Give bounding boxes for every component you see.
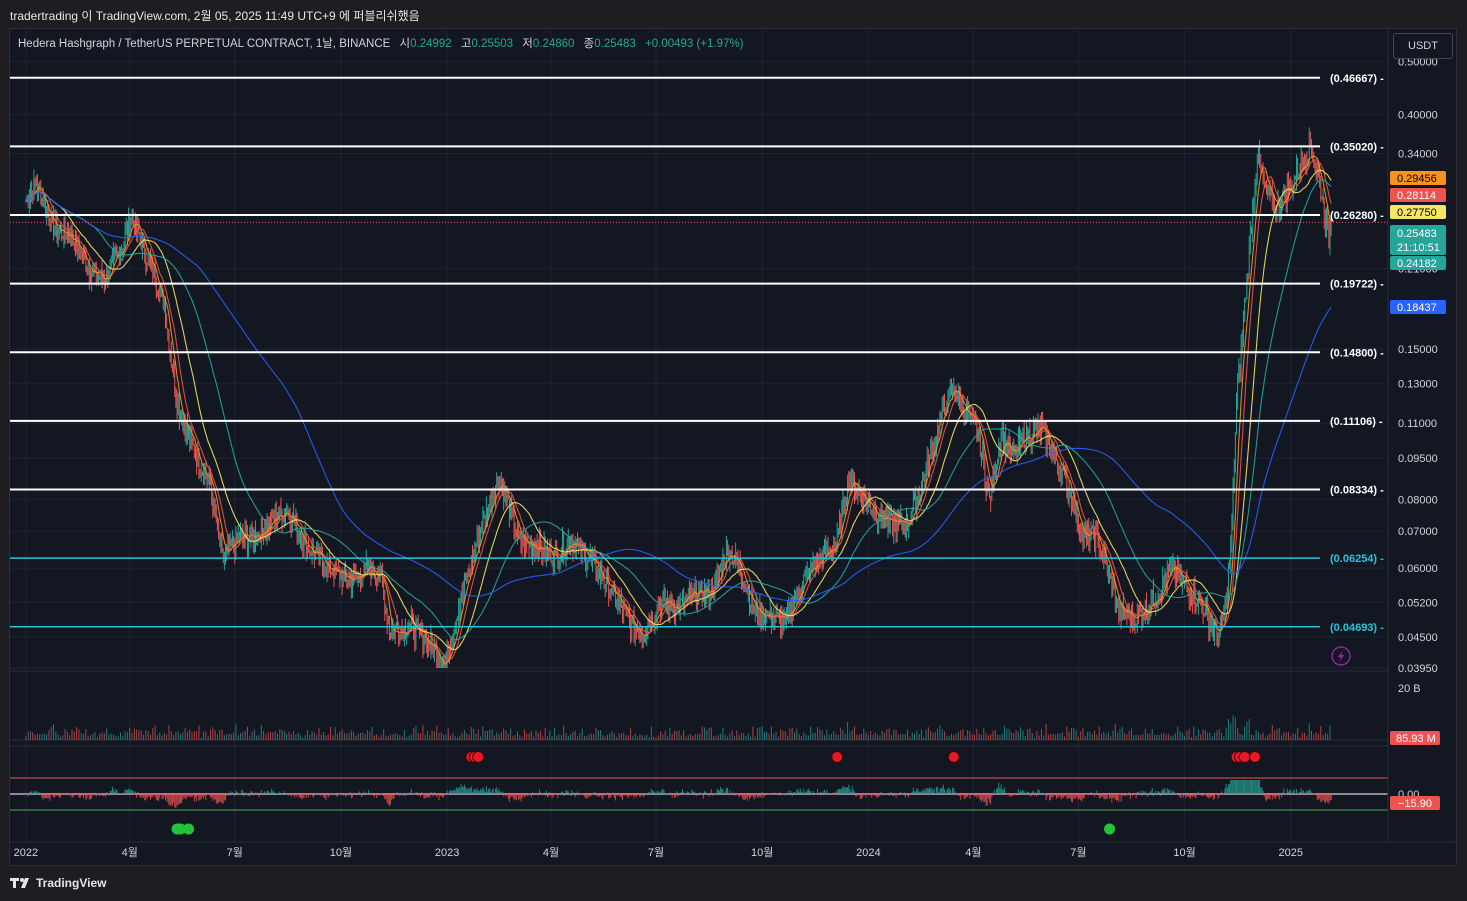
level-label: (0.11106) - (1330, 416, 1383, 428)
time-tick-label: 7월 (648, 846, 664, 859)
level-label: (0.06254) - (1330, 553, 1384, 565)
red-signal-dot (1248, 751, 1261, 763)
high-value: 0.25503 (471, 38, 514, 50)
high-label: 고 (460, 38, 472, 50)
time-tick-label: 10월 (1173, 846, 1195, 859)
red-signal-dot (472, 751, 485, 763)
time-tick-label: 4월 (965, 846, 981, 859)
price-tick-label: 0.03950 (1398, 663, 1438, 675)
price-tick-label: 0.09500 (1398, 453, 1438, 465)
tradingview-brand: TradingView (36, 876, 107, 890)
price-tick-label: 0.06000 (1398, 563, 1438, 575)
volume-value-text: 85.93 M (1396, 733, 1436, 745)
ma-line-3 (25, 179, 1332, 641)
volume-axis-label: 20 B (1398, 683, 1421, 695)
price-tick-label: 0.08000 (1398, 494, 1438, 506)
ma-line-0 (25, 155, 1332, 666)
time-tick-label: 7월 (1070, 846, 1086, 859)
ma-line-2 (25, 169, 1332, 651)
volume-pane: 20 B 85.93 M (10, 683, 1440, 745)
footer (0, 868, 1467, 901)
symbol-title[interactable]: Hedera Hashgraph / TetherUS PERPETUAL CO… (18, 38, 390, 50)
time-tick-label: 2022 (14, 847, 38, 859)
close-label: 종 (583, 38, 595, 50)
series-value-text: 0.27750 (1397, 207, 1437, 219)
moving-averages (25, 155, 1332, 666)
levels: (0.46667) - (0.35020) - (0.26280) - (0.1972… (10, 73, 1384, 634)
oscillator-pane: 0.00−15.90 (10, 777, 1440, 811)
price-tick-label: 0.04500 (1398, 632, 1438, 644)
red-signal-dot (1238, 751, 1251, 763)
level-label: (0.04693) - (1330, 622, 1384, 634)
candles (25, 127, 1332, 668)
price-tick-label: 0.13000 (1398, 378, 1438, 390)
grid (10, 30, 1388, 842)
price-axis: 0.500000.400000.340000.210000.150000.130… (1398, 56, 1438, 675)
time-axis: 2022 4월 7월 10월 2023 4월 7월 10월 2024 4월 7월 10월 2025 (10, 841, 1455, 859)
level-label: (0.19722) - (1330, 279, 1384, 291)
time-tick-label: 10월 (751, 846, 773, 859)
series-value-text: 0.24182 (1397, 258, 1437, 270)
green-signal-dot (183, 823, 195, 835)
time-tick-label: 4월 (122, 846, 138, 859)
time-tick-label: 2024 (856, 847, 880, 859)
time-tick-label: 4월 (543, 846, 559, 859)
level-label: (0.26280) - (1330, 210, 1384, 222)
series-value-text: 0.29456 (1397, 173, 1437, 185)
low-label: 저 (522, 38, 533, 50)
last-price-countdown: 21:10:51 (1397, 242, 1440, 254)
tradingview-logo-icon (10, 878, 29, 888)
level-label: (0.35020) - (1330, 141, 1384, 153)
chart-canvas[interactable]: (0.46667) - (0.35020) - (0.26280) - (0.1972… (0, 0, 1467, 901)
series-value-text: 0.28114 (1397, 190, 1436, 202)
lightning-bolt-shape (1338, 650, 1344, 662)
level-label: (0.14800) - (1330, 347, 1384, 359)
change-value: +0.00493 (+1.97%) (645, 38, 744, 50)
close-value: 0.25483 (594, 38, 636, 50)
level-label: (0.08334) - (1330, 485, 1384, 497)
time-tick-label: 7월 (227, 846, 243, 859)
price-tick-label: 0.34000 (1398, 148, 1438, 160)
red-signal-dot (947, 751, 960, 763)
price-tick-label: 0.40000 (1398, 110, 1438, 122)
time-tick-label: 10월 (330, 846, 352, 859)
time-tick-label: 2025 (1279, 847, 1303, 859)
series-value-text: 0.18437 (1397, 302, 1437, 314)
time-tick-label: 2023 (435, 847, 459, 859)
low-value: 0.24860 (532, 38, 575, 50)
last-price-value: 0.25483 (1397, 228, 1437, 240)
level-label: (0.46667) - (1330, 73, 1384, 85)
open-label: 시 (399, 38, 411, 50)
green-signal-dot (1104, 823, 1116, 835)
price-tick-label: 0.11000 (1398, 418, 1437, 430)
currency-selector[interactable]: USDT (1393, 33, 1453, 59)
price-tick-label: 0.07000 (1398, 526, 1438, 538)
tradingview-logo[interactable]: TradingView (10, 876, 106, 890)
price-tick-label: 0.05200 (1398, 597, 1438, 609)
oscillator-value-text: −15.90 (1398, 798, 1432, 810)
red-signal-dot (831, 751, 844, 763)
symbol-legend[interactable]: Hedera Hashgraph / TetherUS PERPETUAL CO… (18, 35, 744, 51)
price-tick-label: 0.15000 (1398, 344, 1438, 356)
open-value: 0.24992 (410, 38, 452, 50)
ma-line-1 (25, 159, 1332, 660)
